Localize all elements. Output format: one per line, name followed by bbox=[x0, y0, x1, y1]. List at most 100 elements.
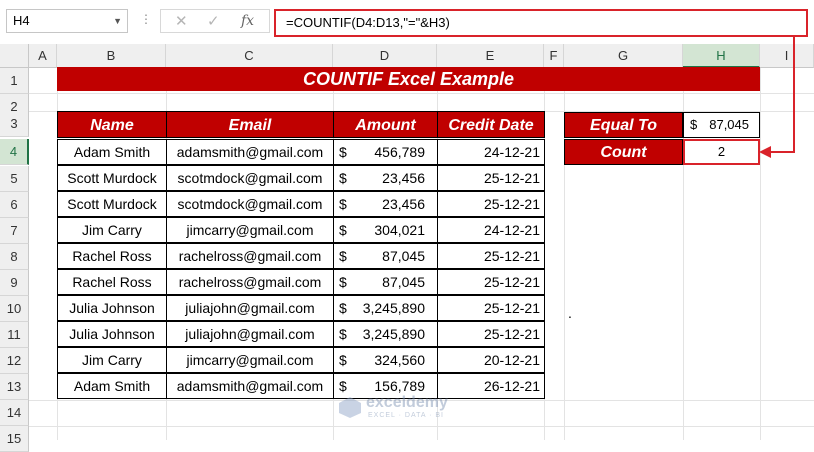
row-header-9[interactable]: 9 bbox=[0, 270, 29, 296]
amount-value: 23,456 bbox=[382, 170, 425, 186]
cell-email[interactable]: juliajohn@gmail.com bbox=[166, 321, 334, 347]
cell-name[interactable]: Adam Smith bbox=[57, 139, 167, 165]
cell-amount[interactable]: $87,045 bbox=[333, 269, 438, 295]
cell-amount[interactable]: $23,456 bbox=[333, 165, 438, 191]
row-header-14[interactable]: 14 bbox=[0, 400, 29, 426]
cell-name[interactable]: Rachel Ross bbox=[57, 269, 167, 295]
formula-input[interactable]: =COUNTIF(D4:D13,"="&H3) bbox=[274, 9, 808, 37]
row-header-5[interactable]: 5 bbox=[0, 166, 29, 192]
watermark-name: exceldemy bbox=[366, 394, 448, 411]
cell-amount[interactable]: $23,456 bbox=[333, 191, 438, 217]
fx-icon[interactable]: fx bbox=[241, 13, 254, 29]
table-header-credit-date[interactable]: Credit Date bbox=[437, 111, 545, 138]
cell-amount[interactable]: $87,045 bbox=[333, 243, 438, 269]
currency-symbol: $ bbox=[339, 326, 347, 342]
row-header-3[interactable]: 3 bbox=[0, 111, 29, 137]
cell-credit-date[interactable]: 25-12-21 bbox=[437, 321, 545, 347]
cell-email[interactable]: adamsmith@gmail.com bbox=[166, 373, 334, 399]
amount-value: 304,021 bbox=[374, 222, 425, 238]
cell-name[interactable]: Julia Johnson bbox=[57, 321, 167, 347]
amount-value: 324,560 bbox=[374, 352, 425, 368]
annotation-arrow-vertical bbox=[793, 37, 795, 153]
column-header-b[interactable]: B bbox=[57, 44, 166, 68]
cell-amount[interactable]: $3,245,890 bbox=[333, 295, 438, 321]
column-header-c[interactable]: C bbox=[166, 44, 333, 68]
amount-value: 87,045 bbox=[382, 274, 425, 290]
row-header-1[interactable]: 1 bbox=[0, 68, 29, 94]
row-header-7[interactable]: 7 bbox=[0, 218, 29, 244]
row-header-4[interactable]: 4 bbox=[0, 139, 29, 165]
currency-symbol: $ bbox=[339, 170, 347, 186]
cell-credit-date[interactable]: 25-12-21 bbox=[437, 269, 545, 295]
cell-amount[interactable]: $3,245,890 bbox=[333, 321, 438, 347]
row-header-8[interactable]: 8 bbox=[0, 244, 29, 270]
column-header-g[interactable]: G bbox=[564, 44, 683, 68]
column-header-e[interactable]: E bbox=[437, 44, 544, 68]
cell-email[interactable]: adamsmith@gmail.com bbox=[166, 139, 334, 165]
currency-symbol: $ bbox=[690, 117, 698, 132]
currency-symbol: $ bbox=[339, 248, 347, 264]
cell-name[interactable]: Julia Johnson bbox=[57, 295, 167, 321]
amount-value: 87,045 bbox=[382, 248, 425, 264]
cell-amount[interactable]: $456,789 bbox=[333, 139, 438, 165]
equal-to-value-cell[interactable]: $ 87,045 bbox=[683, 112, 760, 138]
row-header-12[interactable]: 12 bbox=[0, 348, 29, 374]
gridline bbox=[29, 426, 814, 427]
currency-symbol: $ bbox=[339, 274, 347, 290]
stray-mark: . bbox=[568, 305, 572, 321]
cell-name[interactable]: Jim Carry bbox=[57, 217, 167, 243]
table-header-amount[interactable]: Amount bbox=[333, 111, 438, 138]
table-header-name[interactable]: Name bbox=[57, 111, 167, 138]
column-header-i[interactable]: I bbox=[760, 44, 814, 68]
equal-to-label[interactable]: Equal To bbox=[564, 112, 683, 138]
annotation-arrow-horizontal bbox=[768, 151, 795, 153]
cell-email[interactable]: scotmdock@gmail.com bbox=[166, 191, 334, 217]
amount-value: 3,245,890 bbox=[362, 326, 425, 342]
count-result-cell[interactable]: 2 bbox=[683, 139, 760, 165]
currency-symbol: $ bbox=[339, 196, 347, 212]
close-icon[interactable]: ✕ bbox=[175, 12, 188, 30]
check-icon[interactable]: ✓ bbox=[207, 12, 220, 30]
currency-symbol: $ bbox=[339, 300, 347, 316]
cell-credit-date[interactable]: 25-12-21 bbox=[437, 165, 545, 191]
row-header-13[interactable]: 13 bbox=[0, 374, 29, 400]
row-header-11[interactable]: 11 bbox=[0, 322, 29, 348]
cell-email[interactable]: jimcarry@gmail.com bbox=[166, 217, 334, 243]
column-header-h[interactable]: H bbox=[683, 44, 760, 68]
amount-value: 456,789 bbox=[374, 144, 425, 160]
cell-name[interactable]: Jim Carry bbox=[57, 347, 167, 373]
cell-name[interactable]: Scott Murdock bbox=[57, 191, 167, 217]
cell-email[interactable]: juliajohn@gmail.com bbox=[166, 295, 334, 321]
cell-email[interactable]: rachelross@gmail.com bbox=[166, 269, 334, 295]
row-header-15[interactable]: 15 bbox=[0, 426, 29, 452]
cell-email[interactable]: rachelross@gmail.com bbox=[166, 243, 334, 269]
chevron-down-icon[interactable]: ▼ bbox=[113, 10, 122, 32]
table-header-email[interactable]: Email bbox=[166, 111, 334, 138]
name-box[interactable]: H4 ▼ bbox=[6, 9, 128, 33]
row-header-6[interactable]: 6 bbox=[0, 192, 29, 218]
drag-handle-icon[interactable]: ⋮ bbox=[140, 12, 152, 26]
cell-credit-date[interactable]: 24-12-21 bbox=[437, 139, 545, 165]
cell-email[interactable]: scotmdock@gmail.com bbox=[166, 165, 334, 191]
formula-bar: H4 ▼ ⋮ ✕ ✓ fx =COUNTIF(D4:D13,"="&H3) bbox=[0, 0, 814, 44]
column-header-a[interactable]: A bbox=[29, 44, 57, 68]
column-header-d[interactable]: D bbox=[333, 44, 437, 68]
select-all-corner[interactable] bbox=[0, 44, 29, 68]
cell-credit-date[interactable]: 25-12-21 bbox=[437, 295, 545, 321]
cell-email[interactable]: jimcarry@gmail.com bbox=[166, 347, 334, 373]
amount-value: 23,456 bbox=[382, 196, 425, 212]
row-header-10[interactable]: 10 bbox=[0, 296, 29, 322]
sheet-title[interactable]: COUNTIF Excel Example bbox=[57, 67, 760, 91]
cell-credit-date[interactable]: 20-12-21 bbox=[437, 347, 545, 373]
cell-amount[interactable]: $304,021 bbox=[333, 217, 438, 243]
cell-name[interactable]: Scott Murdock bbox=[57, 165, 167, 191]
count-label[interactable]: Count bbox=[564, 139, 683, 165]
cell-credit-date[interactable]: 25-12-21 bbox=[437, 243, 545, 269]
column-header-f[interactable]: F bbox=[544, 44, 564, 68]
cell-credit-date[interactable]: 25-12-21 bbox=[437, 191, 545, 217]
cell-amount[interactable]: $324,560 bbox=[333, 347, 438, 373]
name-box-value: H4 bbox=[13, 13, 30, 28]
cell-name[interactable]: Adam Smith bbox=[57, 373, 167, 399]
cell-credit-date[interactable]: 24-12-21 bbox=[437, 217, 545, 243]
cell-name[interactable]: Rachel Ross bbox=[57, 243, 167, 269]
